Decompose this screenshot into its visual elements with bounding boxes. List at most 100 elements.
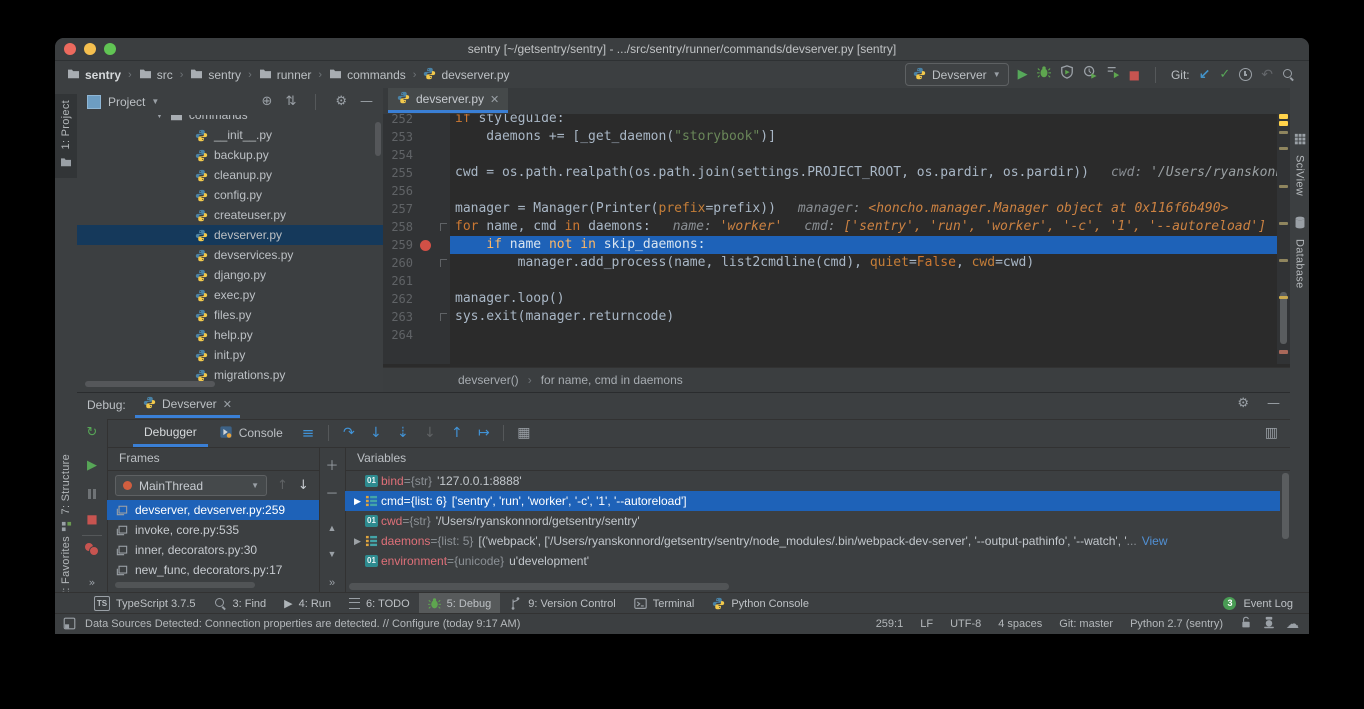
stripe-mark[interactable] [1279, 147, 1288, 150]
gutter[interactable]: 258 [383, 218, 450, 236]
editor-scrollbar-thumb[interactable] [1280, 292, 1287, 344]
code-text[interactable] [450, 182, 1277, 200]
gutter[interactable]: 261 [383, 272, 450, 290]
editor-tab-devserver[interactable]: devserver.py ✕ [388, 88, 508, 113]
code-text[interactable]: daemons += [_get_daemon("storybook")] [450, 128, 1277, 146]
tree-item[interactable]: init.py [77, 345, 383, 365]
breakpoint-icon[interactable] [420, 240, 431, 251]
collapse-all-icon[interactable]: ⇅ [285, 95, 296, 108]
debug-session-tab[interactable]: Devserver ✕ [135, 393, 240, 418]
error-stripe[interactable] [1277, 114, 1290, 364]
tool-window-button-9-version-control[interactable]: 9: Version Control [500, 593, 624, 615]
event-log-button[interactable]: 3 Event Log [1223, 597, 1309, 610]
variables-horizontal-scrollbar[interactable] [349, 583, 729, 590]
step-out-icon[interactable]: ↑ [443, 426, 470, 440]
tool-window-button-5-debug[interactable]: 5: Debug [419, 593, 501, 615]
fold-marker-icon[interactable] [440, 223, 447, 231]
sync-settings-icon[interactable]: ☁ [1286, 618, 1299, 631]
status-segment[interactable]: Python 2.7 (sentry) [1130, 618, 1223, 630]
stripe-mark[interactable] [1279, 131, 1288, 134]
sidebar-item-project[interactable]: 1: Project [55, 94, 77, 178]
breadcrumb-item[interactable]: commands [329, 68, 406, 82]
highlighting-level-icon[interactable] [1263, 616, 1275, 632]
code-text[interactable]: if styleguide: [450, 114, 1277, 128]
git-commit-button[interactable]: ✓ [1219, 68, 1230, 81]
breadcrumb-function[interactable]: devserver() [458, 373, 519, 387]
fold-marker-icon[interactable] [440, 313, 447, 321]
tool-windows-icon[interactable] [63, 617, 76, 633]
more-icon[interactable]: » [319, 577, 345, 589]
status-segment[interactable]: Git: master [1059, 618, 1113, 630]
project-horizontal-scrollbar[interactable] [85, 381, 215, 387]
thread-selector[interactable]: MainThread ▼ [115, 475, 267, 496]
sidebar-item-sciview[interactable]: SciView [1290, 132, 1309, 196]
code-area[interactable]: 252if styleguide:253 daemons += [_get_da… [383, 114, 1277, 364]
search-everywhere-icon[interactable] [1282, 68, 1295, 81]
run-with-coverage-button[interactable] [1060, 65, 1074, 84]
gutter[interactable]: 262 [383, 290, 450, 308]
tree-item[interactable]: django.py [77, 265, 383, 285]
frames-horizontal-scrollbar[interactable] [115, 582, 255, 588]
frame-row[interactable]: inner, decorators.py:30 [107, 540, 319, 560]
expand-arrow-icon[interactable]: ▼ [155, 115, 164, 120]
expand-arrow-icon[interactable]: ▶ [354, 496, 361, 507]
gutter[interactable]: 263 [383, 308, 450, 326]
project-vertical-scrollbar[interactable] [375, 122, 381, 156]
code-text[interactable] [450, 146, 1277, 164]
evaluate-expression-icon[interactable]: ▦ [510, 426, 537, 440]
locate-file-icon[interactable]: ⊕ [262, 95, 273, 108]
stripe-mark[interactable] [1279, 222, 1288, 225]
more-actions-icon[interactable]: » [77, 577, 107, 588]
variable-row[interactable]: 01bind = {str}'127.0.0.1:8888' [345, 471, 1280, 491]
tool-window-button-typescript-3-7-5[interactable]: TSTypeScript 3.7.5 [85, 593, 205, 615]
tree-item[interactable]: ▼commands [77, 115, 383, 125]
tree-item[interactable]: cleanup.py [77, 165, 383, 185]
tree-item[interactable]: devserver.py [77, 225, 383, 245]
tree-item[interactable]: config.py [77, 185, 383, 205]
debug-button[interactable] [1037, 65, 1051, 84]
stripe-mark[interactable] [1279, 114, 1288, 119]
tree-item[interactable]: devservices.py [77, 245, 383, 265]
run-configuration-select[interactable]: Devserver ▼ [905, 63, 1009, 86]
tool-window-button-python-console[interactable]: Python Console [703, 593, 818, 615]
frame-row[interactable]: new_func, decorators.py:17 [107, 560, 319, 580]
step-into-my-code-icon[interactable]: ⇣ [389, 426, 416, 440]
code-text[interactable]: manager = Manager(Printer(prefix=prefix)… [450, 200, 1277, 218]
close-icon[interactable]: ✕ [223, 398, 232, 411]
status-segment[interactable]: UTF-8 [950, 618, 981, 630]
code-text[interactable]: for name, cmd in daemons:name: 'worker'c… [450, 218, 1277, 236]
frame-row[interactable]: devserver, devserver.py:259 [107, 500, 319, 520]
step-over-icon[interactable]: ↷ [335, 426, 362, 440]
variable-row[interactable]: ▶daemons = {list: 5}[('webpack', ['/User… [345, 531, 1280, 551]
stripe-mark[interactable] [1279, 259, 1288, 262]
hide-panel-icon[interactable]: — [1267, 397, 1280, 410]
variable-row[interactable]: 01cwd = {str}'/Users/ryanskonnord/getsen… [345, 511, 1280, 531]
chevron-down-icon[interactable]: ▼ [151, 97, 159, 106]
step-into-icon[interactable]: ↓ [362, 426, 389, 440]
breadcrumb-statement[interactable]: for name, cmd in daemons [541, 373, 683, 387]
project-panel-title[interactable]: Project [108, 95, 145, 109]
stripe-mark[interactable] [1279, 121, 1288, 126]
expand-arrow-icon[interactable]: ▶ [354, 536, 361, 547]
restore-layout-icon[interactable]: ▥ [1265, 426, 1278, 440]
status-message[interactable]: Data Sources Detected: Connection proper… [85, 618, 520, 630]
tree-item[interactable]: backup.py [77, 145, 383, 165]
tree-item[interactable]: files.py [77, 305, 383, 325]
breadcrumb-item[interactable]: src [139, 68, 173, 82]
status-segment[interactable]: 259:1 [876, 618, 904, 630]
gutter[interactable]: 256 [383, 182, 450, 200]
history-icon[interactable] [1239, 68, 1252, 81]
gutter[interactable]: 253 [383, 128, 450, 146]
close-icon[interactable]: ✕ [490, 93, 499, 106]
frame-row[interactable]: invoke, core.py:535 [107, 520, 319, 540]
gutter[interactable]: 260 [383, 254, 450, 272]
gutter[interactable]: 264 [383, 326, 450, 344]
tree-item[interactable]: __init__.py [77, 125, 383, 145]
rerun-icon[interactable]: ↻ [77, 426, 107, 439]
run-button[interactable]: ▶ [1018, 68, 1028, 81]
breadcrumb-item[interactable]: runner [259, 68, 312, 82]
stripe-mark[interactable] [1279, 350, 1288, 354]
variable-row[interactable]: ▶cmd = {list: 6}['sentry', 'run', 'worke… [345, 491, 1280, 511]
resume-icon[interactable]: ▶ [77, 459, 107, 472]
hide-panel-icon[interactable]: — [360, 95, 373, 108]
